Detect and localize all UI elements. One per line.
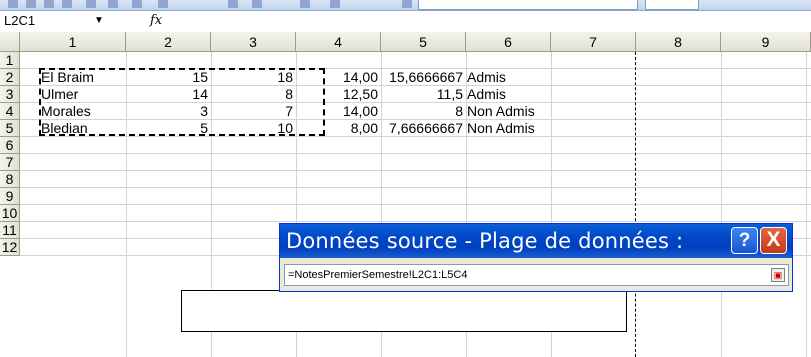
cell-status[interactable]: Admis	[467, 86, 506, 103]
cell-value[interactable]: 11,5	[381, 86, 463, 103]
column-header-9[interactable]: 9	[721, 32, 811, 52]
data-range-value[interactable]: =NotesPremierSemestre!L2C1:L5C4	[288, 269, 467, 281]
grid-line	[20, 204, 811, 205]
row-header-5[interactable]: 5	[0, 120, 20, 137]
toolbar-icon[interactable]	[62, 0, 72, 8]
name-box-value[interactable]: L2C1	[4, 12, 35, 30]
toolbar-icon[interactable]	[8, 0, 18, 8]
row-header-7[interactable]: 7	[0, 154, 20, 171]
cell-status[interactable]: Admis	[467, 69, 506, 86]
cell-value[interactable]: 15,6666667	[381, 69, 463, 86]
grid-line	[20, 221, 811, 222]
toolbar-icon[interactable]	[158, 0, 168, 8]
row-header-12[interactable]: 12	[0, 239, 20, 256]
toolbar-icon[interactable]	[132, 0, 142, 8]
chevron-down-icon[interactable]: ▼	[94, 12, 104, 30]
select-all-corner[interactable]	[0, 32, 20, 52]
data-range-input[interactable]: =NotesPremierSemestre!L2C1:L5C4 ▣	[284, 264, 789, 286]
cell-value[interactable]: 8	[381, 103, 463, 120]
column-header-5[interactable]: 5	[381, 32, 466, 52]
grid-line	[20, 153, 811, 154]
row-header-3[interactable]: 3	[0, 86, 20, 103]
column-header-1[interactable]: 1	[20, 32, 126, 52]
row-header-10[interactable]: 10	[0, 205, 20, 222]
column-header-3[interactable]: 3	[211, 32, 296, 52]
name-box[interactable]: L2C1 ▼	[0, 12, 130, 30]
toolbar-icon[interactable]	[86, 0, 96, 8]
toolbar-icon[interactable]	[330, 0, 340, 8]
font-name-field[interactable]	[418, 0, 638, 10]
toolbar-icon[interactable]	[402, 0, 412, 8]
expand-dialog-icon[interactable]: ▣	[771, 268, 785, 282]
row-header-6[interactable]: 6	[0, 137, 20, 154]
formula-bar: L2C1 ▼ fx	[0, 11, 811, 33]
cell-status[interactable]: Non Admis	[467, 120, 535, 137]
chart-wizard-icon[interactable]	[228, 0, 238, 8]
grid-line	[20, 170, 811, 171]
column-header-4[interactable]: 4	[296, 32, 381, 52]
column-header-2[interactable]: 2	[126, 32, 211, 52]
selection-marquee	[39, 68, 325, 136]
row-header-4[interactable]: 4	[0, 103, 20, 120]
source-data-dialog: Données source - Plage de données : ? X …	[279, 223, 793, 292]
toolbar	[0, 0, 811, 11]
toolbar-icon[interactable]	[300, 0, 310, 8]
toolbar-icon[interactable]	[44, 0, 54, 8]
page-break-line	[635, 52, 636, 357]
row-header-11[interactable]: 11	[0, 222, 20, 239]
column-header-8[interactable]: 8	[636, 32, 721, 52]
grid-line	[20, 187, 811, 188]
row-header-9[interactable]: 9	[0, 188, 20, 205]
chart-area[interactable]	[181, 290, 627, 332]
cell-value[interactable]: 7,66666667	[381, 120, 463, 137]
function-icon[interactable]: fx	[150, 12, 162, 30]
toolbar-icon[interactable]	[252, 0, 262, 8]
row-header-1[interactable]: 1	[0, 52, 20, 69]
close-button[interactable]: X	[760, 227, 787, 254]
column-header-7[interactable]: 7	[551, 32, 636, 52]
font-size-field[interactable]	[645, 0, 699, 10]
help-button[interactable]: ?	[731, 227, 758, 254]
cell-status[interactable]: Non Admis	[467, 103, 535, 120]
column-header-6[interactable]: 6	[466, 32, 551, 52]
dialog-title[interactable]: Données source - Plage de données :	[280, 224, 792, 258]
spreadsheet-grid[interactable]: 1 2 3 4 5 6 7 8 9 1 2 3 4 5 6 7 8 9 10 1…	[0, 32, 811, 357]
toolbar-icon[interactable]	[26, 0, 36, 8]
toolbar-icon[interactable]	[108, 0, 118, 8]
row-header-8[interactable]: 8	[0, 171, 20, 188]
row-header-2[interactable]: 2	[0, 69, 20, 86]
